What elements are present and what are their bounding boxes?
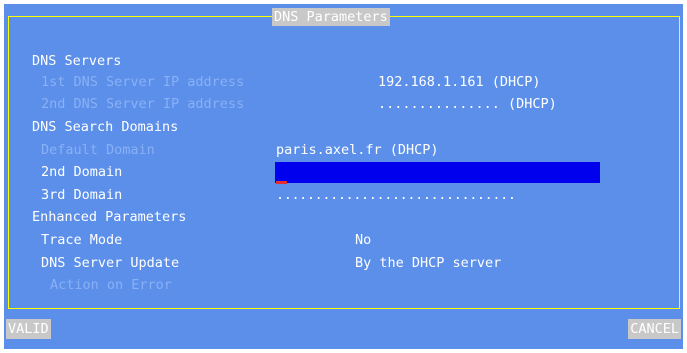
third-domain-value[interactable]: ...............................	[276, 186, 516, 205]
dns-server-update-value[interactable]: By the DHCP server	[355, 254, 501, 273]
dns-search-domains-heading: DNS Search Domains	[32, 119, 179, 135]
default-domain-label: Default Domain	[41, 142, 155, 158]
trace-mode-label: Trace Mode	[41, 232, 123, 248]
dialog-frame-right	[679, 16, 680, 308]
second-domain-input[interactable]	[275, 162, 600, 183]
enhanced-parameters-heading: Enhanced Parameters	[32, 209, 187, 225]
second-dns-server-value[interactable]: ............... (DHCP)	[378, 95, 557, 114]
first-dns-server-label: 1st DNS Server IP address	[41, 74, 245, 90]
dialog-title: DNS Parameters	[272, 8, 390, 26]
action-on-error-label[interactable]: Action on Error	[50, 276, 172, 295]
dialog-frame-bottom	[8, 308, 680, 309]
dns-server-update-label: DNS Server Update	[41, 255, 180, 271]
valid-button[interactable]: VALID	[6, 319, 51, 339]
text-cursor	[276, 181, 287, 184]
third-domain-label: 3rd Domain	[41, 187, 123, 203]
trace-mode-value[interactable]: No	[355, 231, 371, 250]
second-domain-label: 2nd Domain	[41, 164, 123, 180]
dns-parameters-screen: DNS Parameters DNS Servers 1st DNS Serve…	[4, 4, 683, 349]
second-dns-server-label: 2nd DNS Server IP address	[41, 96, 245, 112]
dns-servers-heading: DNS Servers	[32, 53, 122, 69]
default-domain-value[interactable]: paris.axel.fr (DHCP)	[276, 141, 439, 160]
first-dns-server-value[interactable]: 192.168.1.161 (DHCP)	[378, 73, 541, 92]
dialog-frame-left	[8, 16, 9, 308]
cancel-button[interactable]: CANCEL	[628, 319, 681, 339]
